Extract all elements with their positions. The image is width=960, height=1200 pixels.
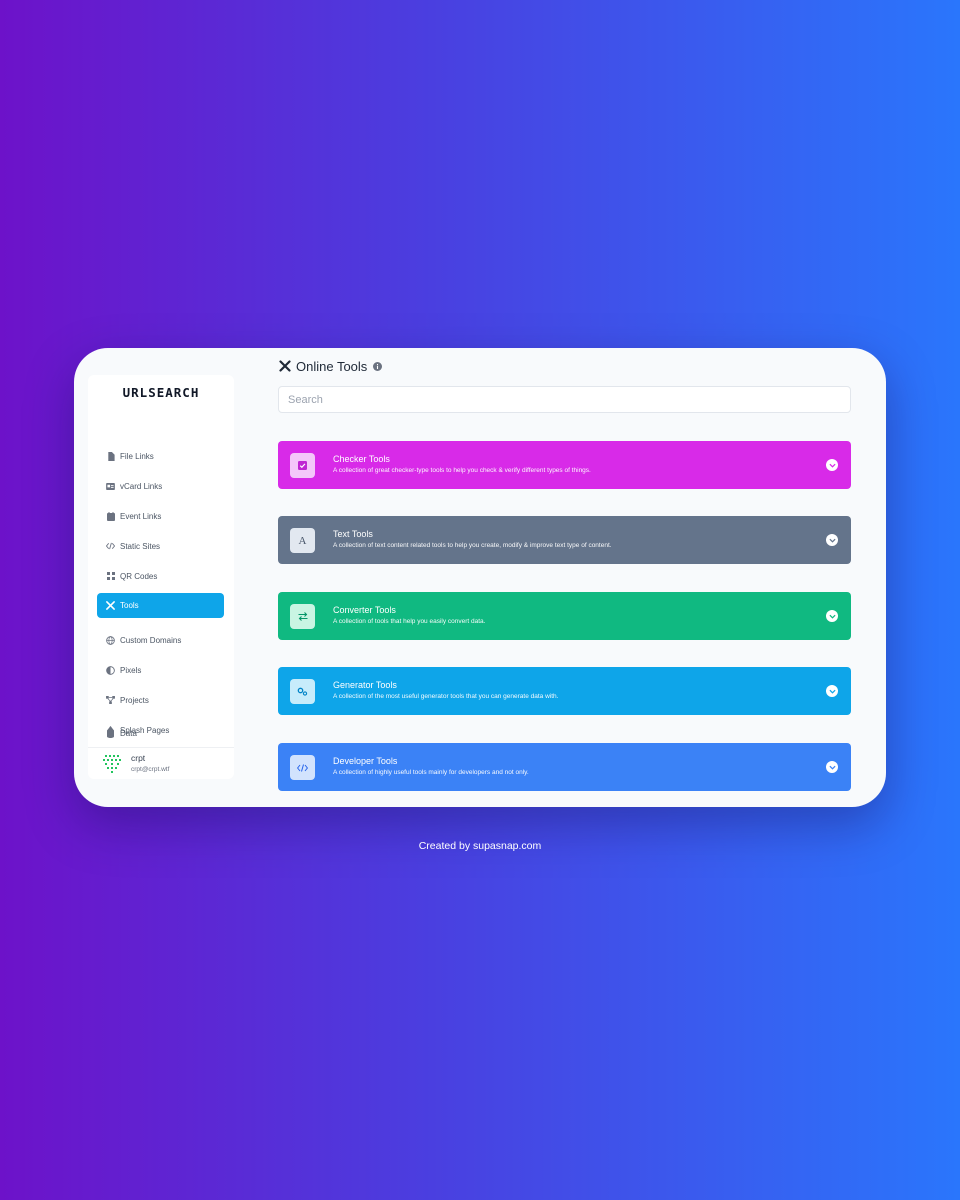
code-icon xyxy=(290,755,315,780)
sidebar-item-label: Event Links xyxy=(120,511,162,521)
sidebar-item-pixels[interactable]: Pixels xyxy=(97,658,224,682)
user-info: crpt crpt@crpt.wtf xyxy=(131,753,169,774)
sidebar-item-qr-codes[interactable]: QR Codes xyxy=(97,564,224,588)
id-card-icon xyxy=(106,482,115,491)
calendar-icon xyxy=(106,511,115,521)
user-email: crpt@crpt.wtf xyxy=(131,766,170,773)
page-header: Online Tools xyxy=(279,358,383,374)
user-name: crpt xyxy=(131,753,146,763)
sidebar-item-data[interactable]: Data xyxy=(97,721,224,745)
chevron-down-icon[interactable] xyxy=(826,459,838,471)
page-title: Online Tools xyxy=(296,358,368,374)
globe-icon xyxy=(106,635,115,645)
sidebar-item-label: Pixels xyxy=(120,665,142,675)
cogs-icon xyxy=(290,679,315,704)
category-title: Converter Tools xyxy=(333,605,396,615)
category-description: A collection of text content related too… xyxy=(333,542,612,549)
half-circle-icon xyxy=(106,665,115,675)
check-square-icon xyxy=(290,453,315,478)
tool-category-checker[interactable]: Checker Tools A collection of great chec… xyxy=(278,441,851,489)
exchange-icon xyxy=(290,604,315,629)
sidebar-item-event-links[interactable]: Event Links xyxy=(97,504,224,528)
sidebar-item-projects[interactable]: Projects xyxy=(97,688,224,712)
file-icon xyxy=(106,451,115,461)
footer-credit: Created by supasnap.com xyxy=(418,840,542,852)
qr-code-icon xyxy=(106,572,115,581)
tool-category-text[interactable]: A Text Tools A collection of text conten… xyxy=(278,516,851,564)
info-icon[interactable] xyxy=(373,361,383,371)
sidebar-item-vcard-links[interactable]: vCard Links xyxy=(97,474,224,498)
sidebar-item-custom-domains[interactable]: Custom Domains xyxy=(97,628,224,652)
sidebar-item-tools[interactable]: Tools xyxy=(97,593,224,618)
tool-category-developer[interactable]: Developer Tools A collection of highly u… xyxy=(278,743,851,791)
category-title: Developer Tools xyxy=(333,756,398,766)
sidebar-item-label: Data xyxy=(120,728,137,738)
sidebar-item-label: Projects xyxy=(120,695,149,705)
sidebar-item-label: Custom Domains xyxy=(120,635,182,645)
sidebar-item-label: Static Sites xyxy=(120,541,161,551)
letter-a-icon: A xyxy=(290,528,315,553)
database-icon xyxy=(106,728,115,738)
brand-logo[interactable]: URLSEARCH xyxy=(88,385,234,400)
tools-icon xyxy=(106,601,115,610)
category-title: Checker Tools xyxy=(333,454,390,464)
tool-category-generator[interactable]: Generator Tools A collection of the most… xyxy=(278,667,851,715)
category-description: A collection of great checker-type tools… xyxy=(333,467,591,474)
category-title: Generator Tools xyxy=(333,680,397,690)
sidebar-item-label: Tools xyxy=(120,601,139,610)
category-description: A collection of tools that help you easi… xyxy=(333,618,486,625)
user-profile[interactable]: crpt crpt@crpt.wtf xyxy=(88,747,234,779)
sidebar: URLSEARCH File Links vCard Links Event L… xyxy=(88,375,234,779)
chevron-down-icon[interactable] xyxy=(826,761,838,773)
app-window: URLSEARCH File Links vCard Links Event L… xyxy=(74,348,886,807)
chevron-down-icon[interactable] xyxy=(826,534,838,546)
sidebar-item-static-sites[interactable]: Static Sites xyxy=(97,534,224,558)
category-description: A collection of the most useful generato… xyxy=(333,693,559,700)
category-title: Text Tools xyxy=(333,529,373,539)
code-icon xyxy=(106,542,115,551)
chevron-down-icon[interactable] xyxy=(826,610,838,622)
sidebar-item-label: vCard Links xyxy=(120,481,163,491)
project-diagram-icon xyxy=(106,696,115,705)
sidebar-item-label: QR Codes xyxy=(120,571,158,581)
tools-icon xyxy=(279,360,291,372)
category-description: A collection of highly useful tools main… xyxy=(333,769,529,776)
sidebar-item-file-links[interactable]: File Links xyxy=(97,444,224,468)
search-input[interactable] xyxy=(278,386,851,413)
sidebar-item-label: File Links xyxy=(120,451,154,461)
chevron-down-icon[interactable] xyxy=(826,685,838,697)
avatar xyxy=(103,754,121,773)
tool-category-converter[interactable]: Converter Tools A collection of tools th… xyxy=(278,592,851,640)
